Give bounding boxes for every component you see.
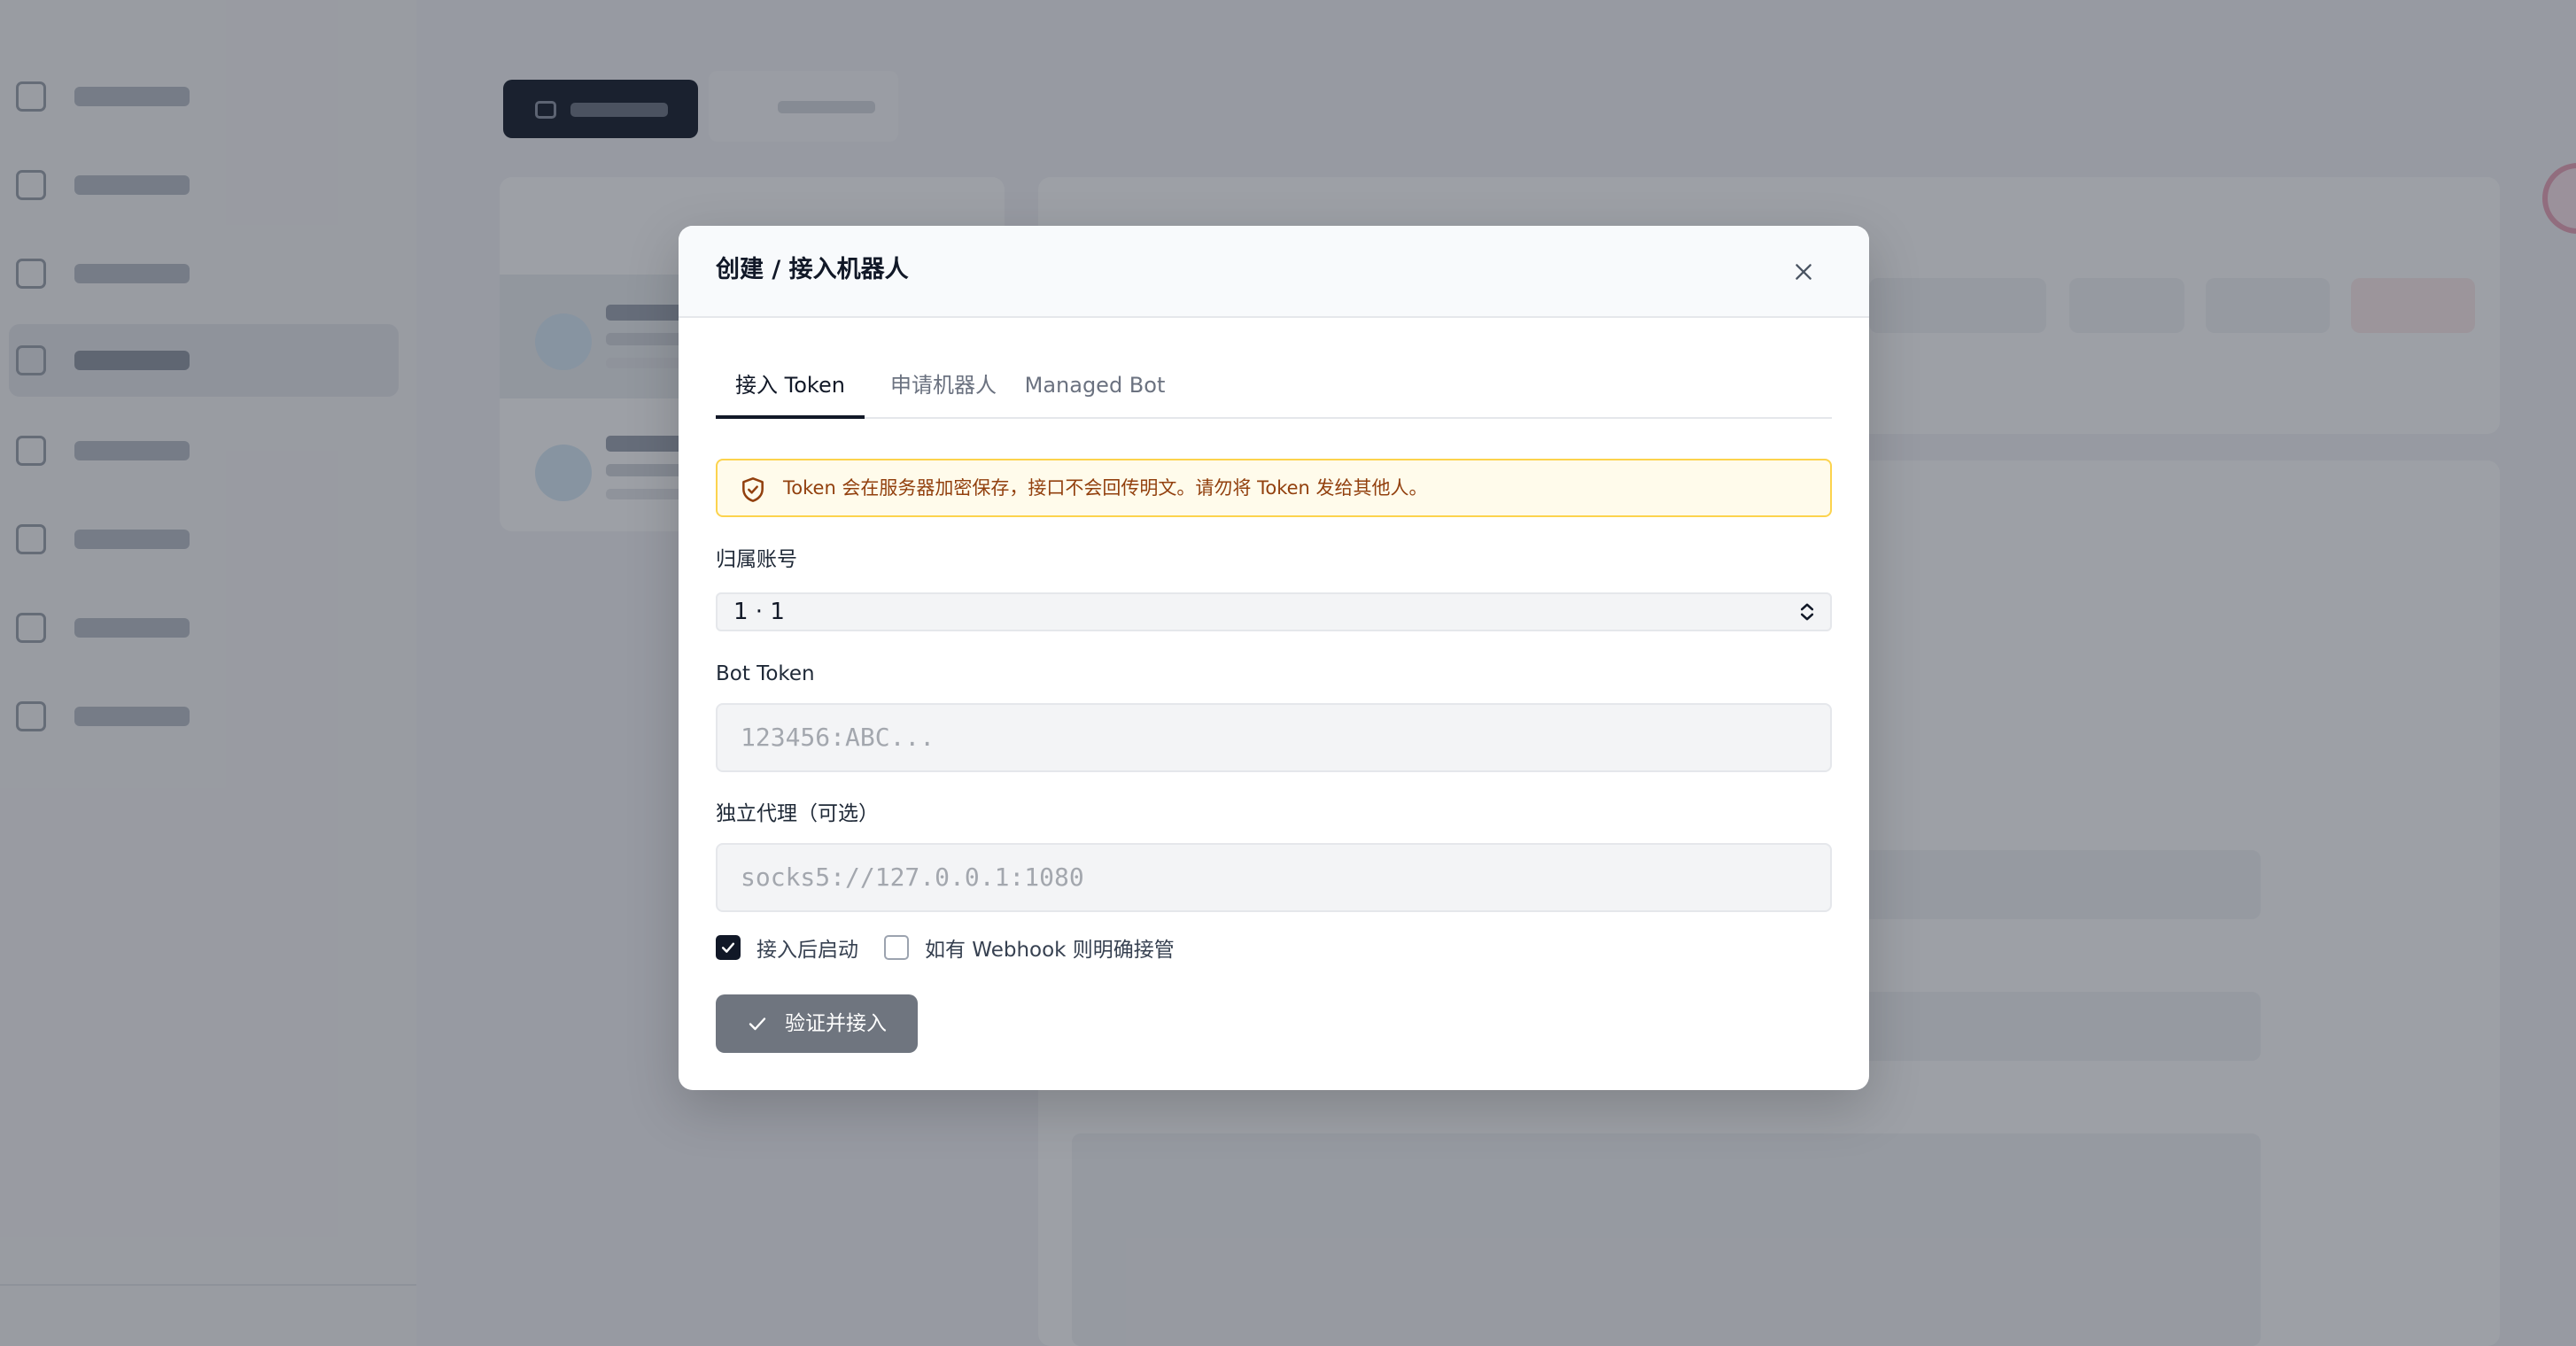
proxy-placeholder: socks5://127.0.0.1:1080 (741, 863, 1084, 892)
tab-managed-bot[interactable]: Managed Bot (1020, 359, 1169, 419)
security-notice: Token 会在服务器加密保存，接口不会回传明文。请勿将 Token 发给其他人… (716, 459, 1832, 517)
tab-token[interactable]: 接入 Token (716, 359, 865, 419)
bot-token-input[interactable]: 123456:ABC... (716, 703, 1832, 772)
account-select-value: 1 · 1 (733, 599, 785, 625)
create-bot-dialog: 创建 / 接入机器人 接入 Token 申请机器人 Managed Bot To… (679, 226, 1869, 1090)
proxy-input[interactable]: socks5://127.0.0.1:1080 (716, 843, 1832, 912)
shield-check-icon (742, 477, 764, 502)
security-notice-text: Token 会在服务器加密保存，接口不会回传明文。请勿将 Token 发给其他人… (783, 477, 1428, 499)
account-label: 归属账号 (716, 548, 797, 571)
verify-and-connect-button[interactable]: 验证并接入 (716, 994, 918, 1053)
verify-and-connect-label: 验证并接入 (785, 1012, 887, 1035)
checkmark-icon (721, 942, 735, 953)
start-after-connect-label: 接入后启动 (757, 939, 858, 962)
start-after-connect-checkbox[interactable] (716, 935, 741, 960)
dialog-tabs: 接入 Token 申请机器人 Managed Bot (716, 359, 1832, 419)
dialog-title: 创建 / 接入机器人 (716, 256, 909, 283)
takeover-webhook-label: 如有 Webhook 则明确接管 (925, 939, 1175, 962)
chevron-up-down-icon (1800, 603, 1814, 621)
takeover-webhook-option[interactable]: 如有 Webhook 则明确接管 (884, 932, 1175, 963)
bot-token-label: Bot Token (716, 662, 815, 685)
close-button[interactable] (1782, 251, 1825, 293)
close-icon (1796, 264, 1812, 280)
start-after-connect-option[interactable]: 接入后启动 (716, 932, 858, 963)
dialog-header: 创建 / 接入机器人 (679, 226, 1869, 318)
bot-token-placeholder: 123456:ABC... (741, 723, 935, 752)
takeover-webhook-checkbox[interactable] (884, 935, 909, 960)
tab-apply-bot[interactable]: 申请机器人 (877, 359, 1010, 419)
account-select[interactable]: 1 · 1 (716, 592, 1832, 631)
check-icon (749, 1017, 766, 1031)
proxy-label: 独立代理（可选） (716, 802, 879, 825)
